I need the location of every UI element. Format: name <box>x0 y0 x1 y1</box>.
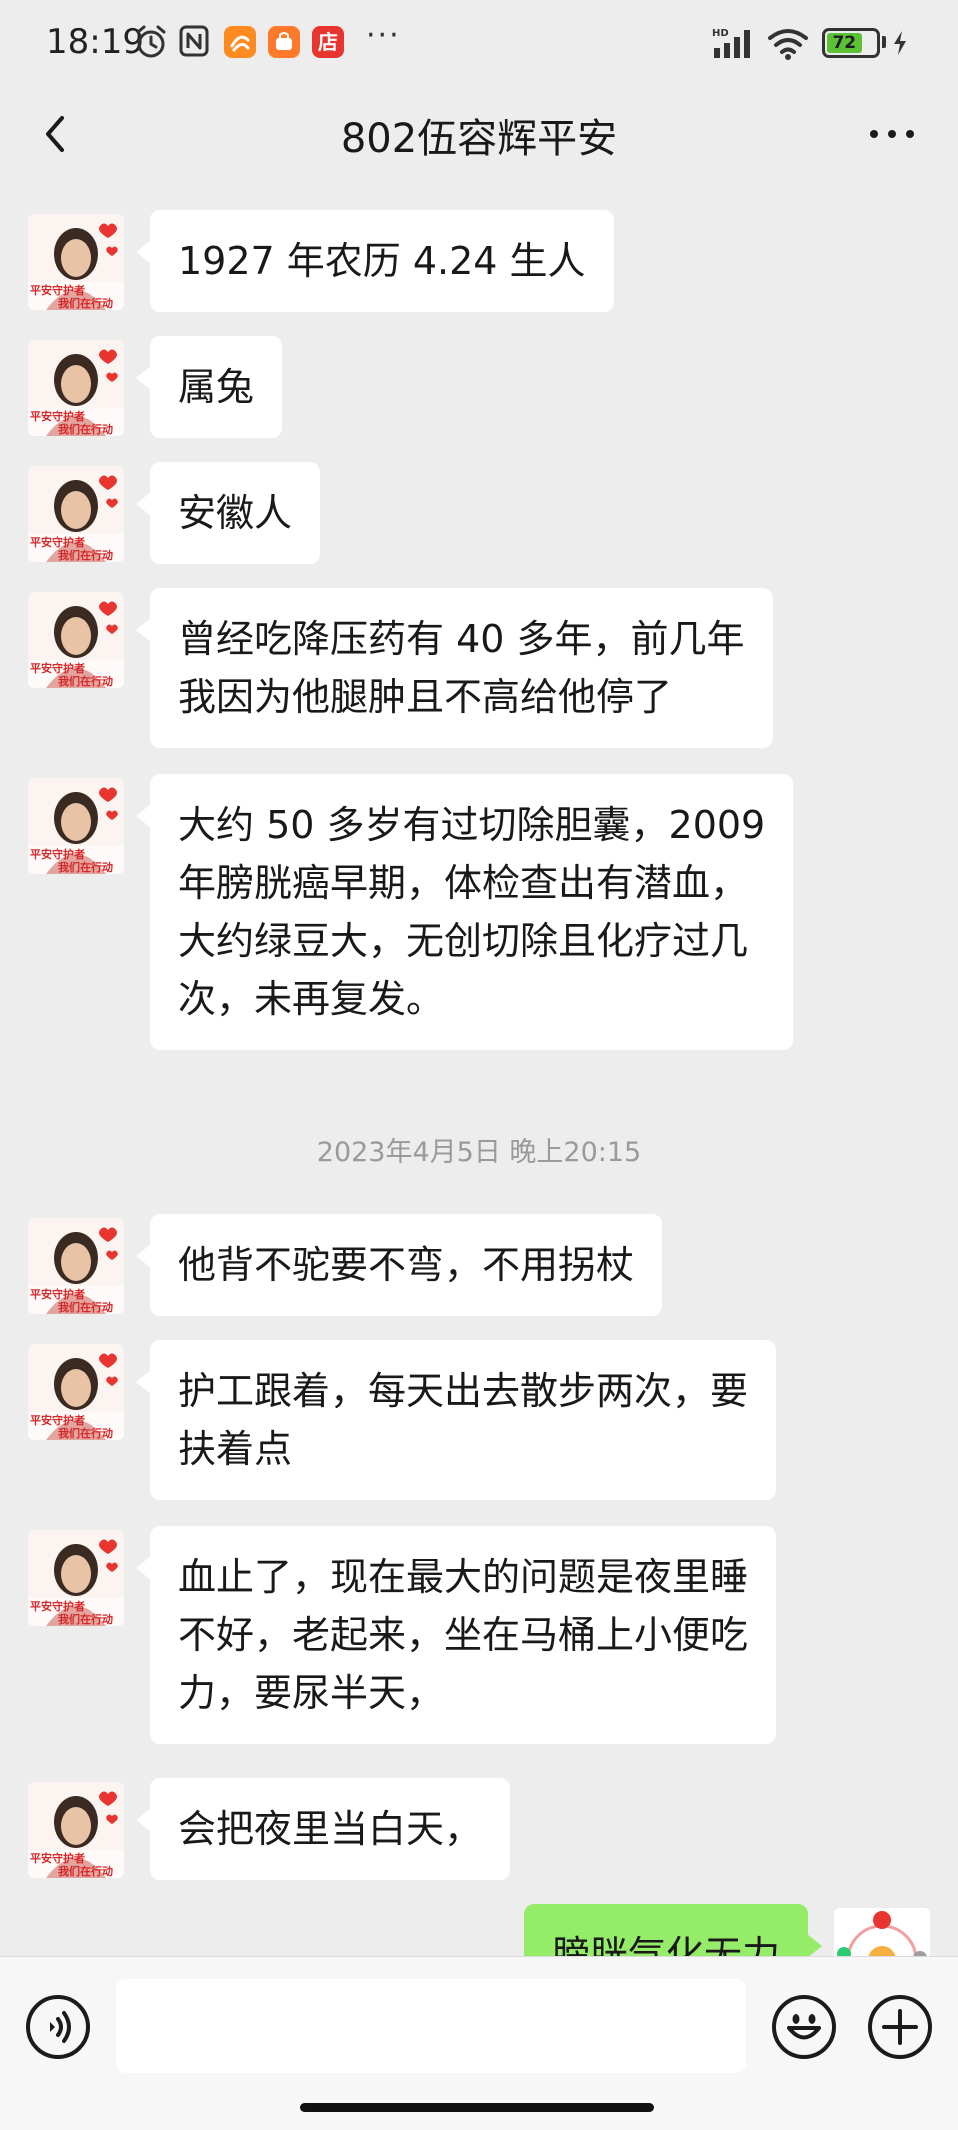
status-time: 18:19 <box>46 22 144 62</box>
message-text-line: 安徽人 <box>178 491 293 535</box>
incoming-message-bubble[interactable]: 曾经吃降压药有 40 多年，前几年 我因为他腿肿且不高给他停了 <box>136 588 773 748</box>
avatar-caption-line1: 平安守护者 <box>30 847 85 861</box>
avatar-caption-line1: 平安守护者 <box>30 1287 85 1301</box>
incoming-message-bubble[interactable]: 护工跟着，每天出去散步两次，要 扶着点 <box>135 1340 777 1500</box>
avatar-caption-line2: 我们在行动 <box>58 1864 113 1878</box>
avatar-caption-line1: 平安守护者 <box>30 535 85 549</box>
avatar-caption-line1: 平安守护者 <box>30 409 85 423</box>
avatar-caption-line2: 我们在行动 <box>58 1612 113 1626</box>
incoming-message-bubble[interactable]: 大约 50 多岁有过切除胆囊，2009 年膀胱癌早期，体检查出有潜血， 大约绿豆大，… <box>135 774 794 1050</box>
shop-bag-icon <box>268 26 300 58</box>
battery-level: 72 <box>827 33 862 53</box>
message-text-line: 年膀胱癌早期，体检查出有潜血， <box>178 861 749 905</box>
taobao-icon <box>224 26 256 58</box>
avatar-caption-line2: 我们在行动 <box>58 1426 113 1440</box>
message-text-line: 扶着点 <box>178 1427 293 1471</box>
battery-icon: 72 <box>822 28 880 58</box>
signal-icon: HD <box>712 28 750 58</box>
avatar-caption-line2: 我们在行动 <box>58 296 113 310</box>
nav-bar: 802伍容辉平安 <box>0 84 958 184</box>
avatar-caption-line1: 平安守护者 <box>30 1599 85 1613</box>
message-text-line: 不好，老起来，坐在马桶上小便吃 <box>178 1613 749 1657</box>
contact-avatar[interactable]: 平安守护者 我们在行动 <box>28 1530 124 1626</box>
alarm-icon <box>136 25 166 58</box>
charging-icon <box>894 31 906 55</box>
avatar-caption-line2: 我们在行动 <box>58 1300 113 1314</box>
contact-avatar[interactable]: 平安守护者 我们在行动 <box>28 340 124 436</box>
avatar-caption-line1: 平安守护者 <box>30 283 85 297</box>
message-text-line: 大约 50 多岁有过切除胆囊，2009 <box>178 803 766 847</box>
message-text-line: 会把夜里当白天， <box>178 1807 483 1851</box>
avatar-caption-line2: 我们在行动 <box>58 674 113 688</box>
contact-avatar[interactable]: 平安守护者 我们在行动 <box>28 466 124 562</box>
voice-button[interactable] <box>26 1995 90 2059</box>
svg-text:HD: HD <box>712 28 729 39</box>
message-text-line: 他背不驼要不弯，不用拐杖 <box>178 1243 635 1287</box>
avatar-caption-line2: 我们在行动 <box>58 860 113 874</box>
self-avatar[interactable] <box>834 1908 930 1956</box>
nfc-icon <box>179 25 209 57</box>
message-text-line: 膀胱气化无力 <box>551 1933 780 1956</box>
battery-cap <box>882 36 886 48</box>
home-indicator[interactable] <box>300 2103 654 2112</box>
avatar-caption-line1: 平安守护者 <box>30 1851 85 1865</box>
voice-icon <box>50 2011 71 2043</box>
store-icon: 店 <box>312 26 344 58</box>
message-text-line: 属兔 <box>178 365 255 409</box>
contact-avatar[interactable]: 平安守护者 我们在行动 <box>28 778 124 874</box>
incoming-message-bubble[interactable]: 他背不驼要不弯，不用拐杖 <box>135 1214 663 1316</box>
emoji-button[interactable] <box>772 1995 836 2059</box>
avatar-caption-line2: 我们在行动 <box>58 422 113 436</box>
incoming-message-bubble[interactable]: 血止了，现在最大的问题是夜里睡 不好，老起来，坐在马桶上小便吃 力，要尿半天， <box>135 1526 777 1744</box>
plus-icon <box>882 2009 918 2045</box>
chat-area[interactable]: 2023年4月5日 晚上20:15 平安守护者 我们在行动 1927 年农历 4.2… <box>0 184 958 1956</box>
contact-avatar[interactable]: 平安守护者 我们在行动 <box>28 1344 124 1440</box>
chat-title: 802伍容辉平安 <box>340 116 618 162</box>
contact-avatar[interactable]: 平安守护者 我们在行动 <box>28 214 124 310</box>
emoji-icon <box>787 2014 821 2040</box>
contact-avatar[interactable]: 平安守护者 我们在行动 <box>28 1782 124 1878</box>
avatar-caption-line1: 平安守护者 <box>30 661 85 675</box>
avatar-caption-line2: 我们在行动 <box>58 548 113 562</box>
plus-button[interactable] <box>868 1995 932 2059</box>
message-text-line: 力，要尿半天， <box>178 1671 445 1715</box>
incoming-message-bubble[interactable]: 会把夜里当白天， <box>135 1778 511 1880</box>
message-timestamp: 2023年4月5日 晚上20:15 <box>316 1137 642 1168</box>
message-text-line: 大约绿豆大，无创切除且化疗过几 <box>178 919 749 963</box>
message-input[interactable] <box>116 1979 746 2073</box>
message-text-line: 我因为他腿肿且不高给他停了 <box>178 675 673 719</box>
message-text-line: 1927 年农历 4.24 生人 <box>178 239 586 283</box>
status-bar: 18:19 店 ··· HD 72 <box>0 0 958 84</box>
wifi-icon <box>768 29 808 60</box>
more-options-icon[interactable] <box>864 108 920 160</box>
message-text-line: 血止了，现在最大的问题是夜里睡 <box>178 1555 749 1599</box>
outgoing-message-bubble[interactable]: 膀胱气化无力 <box>523 1904 823 1956</box>
incoming-message-bubble[interactable]: 属兔 <box>135 336 283 438</box>
status-more-indicator: ··· <box>366 18 401 53</box>
avatar-caption-line1: 平安守护者 <box>30 1413 85 1427</box>
contact-avatar[interactable]: 平安守护者 我们在行动 <box>28 592 124 688</box>
message-text-line: 曾经吃降压药有 40 多年，前几年 <box>178 617 745 661</box>
message-text-line: 次，未再复发。 <box>178 977 445 1021</box>
contact-avatar[interactable]: 平安守护者 我们在行动 <box>28 1218 124 1314</box>
incoming-message-bubble[interactable]: 1927 年农历 4.24 生人 <box>136 210 614 312</box>
incoming-message-bubble[interactable]: 安徽人 <box>135 462 321 564</box>
message-text-line: 护工跟着，每天出去散步两次，要 <box>178 1369 749 1413</box>
